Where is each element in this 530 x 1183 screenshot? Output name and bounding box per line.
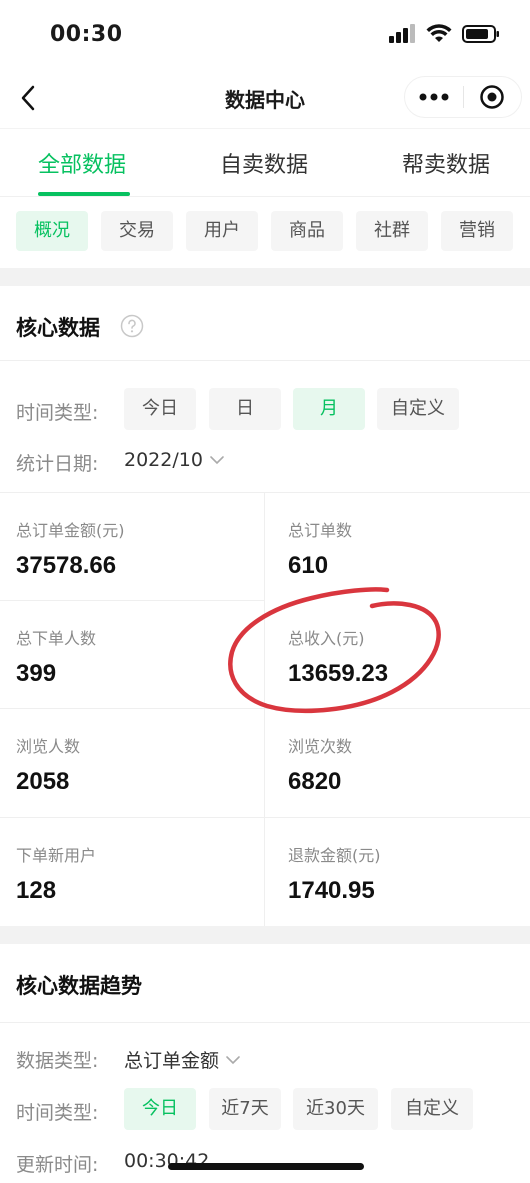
data-type-picker[interactable]: 总订单金额 <box>124 1046 241 1073</box>
time-type-today[interactable]: 今日 <box>124 388 196 430</box>
time-type-custom[interactable]: 自定义 <box>377 388 459 430</box>
subtab-users[interactable]: 用户 <box>186 211 258 251</box>
data-type-value: 总订单金额 <box>124 1050 220 1072</box>
metric-value: 128 <box>16 877 57 904</box>
cellular-signal-icon <box>389 24 415 43</box>
status-icons <box>388 24 500 44</box>
sub-tabs: 概况 交易 用户 商品 社群 营销 <box>0 196 530 268</box>
divider <box>0 360 530 361</box>
time-type-day[interactable]: 日 <box>209 388 281 430</box>
annotation-circle <box>228 587 441 714</box>
chevron-down-icon <box>226 1055 240 1064</box>
battery-icon <box>462 25 499 43</box>
tab-self-sell-data[interactable]: 自卖数据 <box>220 147 308 179</box>
subtab-marketing[interactable]: 营销 <box>441 211 513 251</box>
time-type-label: 时间类型: <box>16 402 99 424</box>
close-mini-program-button[interactable] <box>464 76 521 118</box>
mini-program-capsule <box>404 76 522 118</box>
divider <box>0 492 530 493</box>
help-icon[interactable] <box>120 314 144 338</box>
more-button[interactable] <box>405 76 463 118</box>
trend-time-custom[interactable]: 自定义 <box>391 1088 473 1130</box>
chevron-down-icon <box>210 456 224 465</box>
section-gap <box>0 268 530 286</box>
trend-time-today[interactable]: 今日 <box>124 1088 196 1130</box>
metric-value: 399 <box>16 660 57 687</box>
metric-value: 37578.66 <box>16 552 117 579</box>
metric-label: 浏览次数 <box>288 737 353 756</box>
metric-value: 6820 <box>288 768 342 795</box>
subtab-overview[interactable]: 概况 <box>16 211 88 251</box>
update-time-label: 更新时间: <box>16 1154 99 1176</box>
status-bar: 00:30 <box>0 0 530 70</box>
trend-time-type-label: 时间类型: <box>16 1102 99 1124</box>
subtab-products[interactable]: 商品 <box>271 211 343 251</box>
metric-value: 2058 <box>16 768 70 795</box>
trend-title: 核心数据趋势 <box>16 974 142 998</box>
metric-label: 总订单数 <box>288 521 353 540</box>
divider <box>0 817 530 818</box>
time-type-month[interactable]: 月 <box>293 388 365 430</box>
tab-all-data[interactable]: 全部数据 <box>38 147 126 179</box>
metric-label: 下单新用户 <box>16 846 97 865</box>
trend-time-30days[interactable]: 近30天 <box>293 1088 378 1130</box>
metric-value: 610 <box>288 552 329 579</box>
more-dots-icon <box>419 93 449 101</box>
core-data-title: 核心数据 <box>16 316 100 340</box>
metric-label: 总订单金额(元) <box>16 521 125 540</box>
subtab-trade[interactable]: 交易 <box>101 211 173 251</box>
wifi-icon <box>426 24 452 42</box>
tab-help-sell-data[interactable]: 帮卖数据 <box>402 147 490 179</box>
date-label: 统计日期: <box>16 453 99 475</box>
date-value: 2022/10 <box>124 449 203 471</box>
subtab-community[interactable]: 社群 <box>356 211 428 251</box>
date-picker[interactable]: 2022/10 <box>124 449 225 471</box>
trend-time-7days[interactable]: 近7天 <box>209 1088 281 1130</box>
home-indicator <box>168 1163 364 1170</box>
metric-label: 总下单人数 <box>16 629 97 648</box>
metric-label: 退款金额(元) <box>288 846 381 865</box>
section-gap <box>0 926 530 944</box>
metric-value: 1740.95 <box>288 877 375 904</box>
metric-label: 浏览人数 <box>16 737 81 756</box>
data-type-label: 数据类型: <box>16 1050 99 1072</box>
nav-bar: 数据中心 <box>0 70 530 128</box>
main-tabs: 全部数据 自卖数据 帮卖数据 <box>0 128 530 196</box>
target-icon <box>480 85 505 109</box>
divider <box>0 1022 530 1023</box>
status-time: 00:30 <box>50 22 123 47</box>
